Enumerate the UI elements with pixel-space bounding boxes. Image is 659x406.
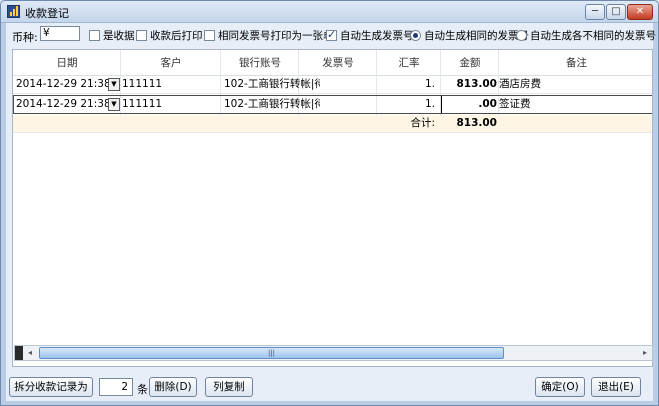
same-invoice-one-sheet-checkbox[interactable]: 相同发票号打印为一张单 — [204, 28, 334, 43]
cell-rate[interactable]: 1. — [377, 96, 435, 113]
cell-amount-editing[interactable]: .00 — [441, 96, 497, 113]
table-row-selected[interactable]: 2014-12-29 21:38:22 ▼ 111111 102-工商银行转帐|… — [13, 95, 652, 114]
options-bar: 币种: ¥ 是收据 收款后打印 相同发票号打印为一张单 自动生成发票号 自动生成… — [6, 23, 656, 45]
total-label: 合计: — [410, 117, 435, 129]
print-after-label: 收款后打印 — [150, 30, 203, 42]
cell-customer[interactable]: 111111 — [122, 76, 218, 93]
is-receipt-label: 是收据 — [103, 30, 135, 42]
delete-button[interactable]: 删除(D) — [149, 377, 197, 397]
client-area: 币种: ¥ 是收据 收款后打印 相同发票号打印为一张单 自动生成发票号 自动生成… — [6, 23, 656, 401]
scrollbar-thumb[interactable]: ||| — [39, 347, 504, 359]
app-chart-icon — [7, 5, 20, 18]
copy-column-button[interactable]: 列复制 — [205, 377, 253, 397]
same-invoice-one-sheet-label: 相同发票号打印为一张单 — [218, 30, 334, 42]
header-bank-account[interactable]: 银行账号 — [221, 50, 299, 76]
split-receipt-button[interactable]: 拆分收款记录为 — [9, 377, 93, 397]
title-bar: 收款登记 ─ □ ✕ — [1, 1, 658, 23]
dropdown-arrow-icon[interactable]: ▼ — [108, 78, 120, 91]
minimize-button[interactable]: ─ — [585, 4, 605, 20]
cell-invoice-no[interactable] — [303, 76, 373, 93]
currency-label: 币种: — [12, 31, 38, 44]
print-after-checkbox[interactable]: 收款后打印 — [136, 28, 203, 43]
grid-header: 日期 客户 银行账号 发票号 汇率 金额 备注 — [13, 50, 652, 76]
bottom-toolbar: 拆分收款记录为 2 条 删除(D) 列复制 确定(O) 退出(E) — [6, 375, 653, 401]
radio-unselected[interactable] — [516, 30, 527, 41]
checkbox-box[interactable] — [136, 30, 147, 41]
header-remark[interactable]: 备注 — [499, 50, 652, 76]
scrollbar-left-edge — [15, 346, 23, 360]
total-row: 合计: 813.00 — [13, 115, 652, 133]
cell-remark[interactable]: 签证费 — [499, 96, 649, 113]
auto-same-invoice-radio[interactable]: 自动生成相同的发票号 — [410, 28, 529, 43]
close-button[interactable]: ✕ — [627, 4, 653, 20]
dropdown-arrow-icon[interactable]: ▼ — [108, 98, 120, 111]
maximize-button[interactable]: □ — [606, 4, 626, 20]
total-amount: 813.00 — [456, 117, 497, 129]
exit-button[interactable]: 退出(E) — [591, 377, 641, 397]
auto-different-invoice-label: 自动生成各不相同的发票号 — [530, 30, 656, 42]
cell-remark[interactable]: 酒店房费 — [499, 76, 649, 93]
scroll-right-arrow-icon[interactable]: ▸ — [638, 346, 652, 360]
header-customer[interactable]: 客户 — [121, 50, 221, 76]
split-count-input[interactable]: 2 — [99, 378, 133, 396]
header-rate[interactable]: 汇率 — [377, 50, 441, 76]
currency-input[interactable]: ¥ — [40, 26, 80, 41]
ok-button[interactable]: 确定(O) — [535, 377, 585, 397]
cell-customer[interactable]: 111111 — [122, 96, 218, 113]
checkbox-box[interactable] — [89, 30, 100, 41]
auto-invoice-checkbox[interactable]: 自动生成发票号 — [326, 28, 414, 43]
cell-invoice-no[interactable] — [303, 96, 373, 113]
receipt-registration-window: 收款登记 ─ □ ✕ 币种: ¥ 是收据 收款后打印 相同发票号打印为一张单 自… — [0, 0, 659, 406]
radio-selected[interactable] — [410, 30, 421, 41]
cell-date[interactable]: 2014-12-29 21:38:21 — [16, 76, 109, 93]
cell-amount[interactable]: 813.00 — [441, 76, 497, 93]
checkbox-box[interactable] — [204, 30, 215, 41]
window-title: 收款登记 — [25, 7, 69, 20]
split-unit-label: 条 — [137, 383, 148, 396]
receipt-grid[interactable]: 日期 客户 银行账号 发票号 汇率 金额 备注 2014-12-29 21:38… — [12, 49, 653, 367]
horizontal-scrollbar[interactable]: ◂ ||| ▸ — [14, 345, 653, 361]
cell-rate[interactable]: 1. — [377, 76, 435, 93]
table-row[interactable]: 2014-12-29 21:38:21 ▼ 111111 102-工商银行转帐|… — [13, 76, 652, 94]
scroll-left-arrow-icon[interactable]: ◂ — [23, 346, 37, 360]
is-receipt-checkbox[interactable]: 是收据 — [89, 28, 135, 43]
header-date[interactable]: 日期 — [13, 50, 121, 76]
header-amount[interactable]: 金额 — [441, 50, 499, 76]
checkbox-box-checked[interactable] — [326, 28, 337, 41]
cell-date[interactable]: 2014-12-29 21:38:22 — [16, 96, 109, 113]
header-invoice-no[interactable]: 发票号 — [299, 50, 377, 76]
auto-same-invoice-label: 自动生成相同的发票号 — [424, 30, 529, 42]
auto-invoice-label: 自动生成发票号 — [340, 30, 414, 42]
auto-different-invoice-radio[interactable]: 自动生成各不相同的发票号 — [516, 28, 656, 43]
